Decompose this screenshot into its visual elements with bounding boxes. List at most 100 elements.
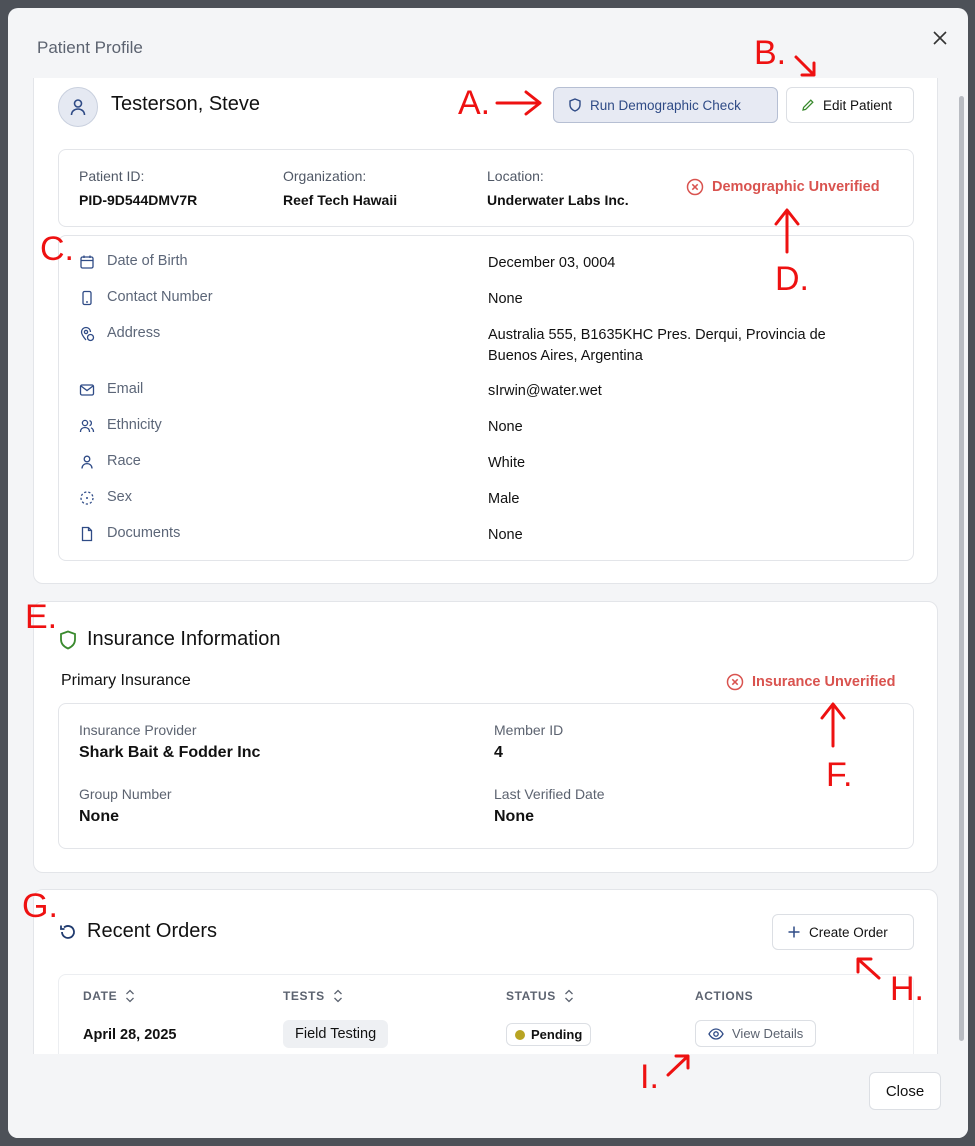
detail-label: Date of Birth	[107, 253, 188, 269]
detail-value: Male	[488, 491, 520, 507]
annotation-i: I.	[640, 1058, 659, 1096]
modal-body[interactable]: Testerson, Steve Run Demographic Check E…	[8, 78, 968, 1054]
annotation-c: C.	[40, 230, 74, 268]
patient-id-value: PID-9D544DMV7R	[79, 192, 198, 208]
member-id-field: Member ID 4	[494, 722, 563, 762]
annotation-e: E.	[25, 598, 58, 636]
detail-value: sIrwin@water.wet	[488, 383, 602, 399]
detail-label: Sex	[107, 489, 132, 505]
organization-label: Organization:	[283, 168, 367, 184]
avatar	[58, 87, 98, 127]
view-details-button[interactable]: View Details	[695, 1020, 817, 1047]
sort-icon	[126, 989, 135, 1003]
create-order-button[interactable]: Create Order	[772, 914, 914, 950]
pencil-icon	[802, 99, 814, 111]
insurance-title: Insurance Information	[87, 628, 281, 650]
column-header-label: DATE	[83, 989, 118, 1003]
x-circle-icon	[686, 178, 704, 196]
modal-title: Patient Profile	[37, 38, 143, 57]
patient-profile-modal: Patient Profile Testerson, Steve Run Dem…	[8, 8, 968, 1138]
detail-value: White	[488, 455, 526, 471]
detail-value: None	[488, 419, 523, 435]
run-demographic-check-button[interactable]: Run Demographic Check	[553, 87, 778, 123]
detail-label: Race	[107, 453, 141, 469]
column-header-actions: ACTIONS	[695, 989, 753, 1003]
insurance-provider-label: Insurance Provider	[79, 722, 197, 738]
last-verified-value: None	[494, 808, 534, 825]
status-badge: Pending	[506, 1023, 592, 1046]
order-status: Pending	[506, 1023, 592, 1046]
orders-card: Recent Orders Create Order DATE TESTS ST…	[33, 889, 938, 1054]
annotation-b: B.	[754, 34, 787, 72]
detail-value: None	[488, 291, 523, 307]
detail-label: Documents	[107, 525, 181, 541]
modal-footer: Close	[8, 1054, 968, 1138]
column-header-label: STATUS	[506, 989, 556, 1003]
member-id-label: Member ID	[494, 722, 564, 738]
run-demographic-check-label: Run Demographic Check	[590, 97, 741, 113]
detail-label: Address	[107, 325, 161, 341]
close-button[interactable]: Close	[869, 1072, 941, 1110]
detail-label: Ethnicity	[107, 417, 162, 433]
users-icon	[79, 419, 95, 433]
shield-icon	[60, 630, 76, 649]
insurance-status-badge: Insurance Unverified	[726, 673, 895, 691]
member-id-value: 4	[494, 744, 503, 761]
orders-table: DATE TESTS STATUS ACTIONS April 28, 2025	[58, 974, 914, 1054]
map-pin-icon	[80, 326, 95, 342]
create-order-label: Create Order	[809, 924, 888, 940]
patient-name: Testerson, Steve	[111, 93, 260, 115]
order-date: April 28, 2025	[83, 1027, 177, 1043]
shield-icon	[569, 98, 581, 112]
history-icon	[60, 924, 75, 939]
edit-patient-label: Edit Patient	[823, 97, 893, 113]
primary-insurance-label: Primary Insurance	[61, 672, 191, 689]
orders-heading: Recent Orders	[59, 920, 217, 943]
insurance-provider-value: Shark Bait & Fodder Inc	[79, 744, 261, 761]
annotation-a: A.	[458, 84, 491, 122]
demographic-status-badge: Demographic Unverified	[686, 178, 880, 196]
demographic-status-text: Demographic Unverified	[712, 179, 880, 195]
detail-value: Australia 555, B1635KHC Pres. Derqui, Pr…	[488, 327, 826, 364]
last-verified-field: Last Verified Date None	[494, 786, 605, 826]
patient-id-label: Patient ID:	[79, 168, 145, 184]
organization-value: Reef Tech Hawaii	[283, 192, 398, 208]
status-text: Pending	[531, 1027, 583, 1042]
dashed-circle-icon	[80, 491, 94, 505]
column-header-label: ACTIONS	[695, 989, 754, 1003]
column-header-tests[interactable]: TESTS	[283, 989, 343, 1003]
group-number-value: None	[79, 808, 119, 825]
edit-patient-button[interactable]: Edit Patient	[786, 87, 914, 123]
column-header-date[interactable]: DATE	[83, 989, 135, 1003]
insurance-provider-field: Insurance Provider Shark Bait & Fodder I…	[79, 722, 260, 762]
annotation-h: H.	[890, 970, 924, 1008]
detail-value: None	[488, 527, 523, 543]
mail-icon	[79, 384, 95, 396]
column-header-status[interactable]: STATUS	[506, 989, 574, 1003]
x-circle-icon	[726, 673, 744, 691]
annotation-g: G.	[22, 887, 58, 925]
user-icon	[81, 455, 93, 469]
eye-icon	[708, 1027, 724, 1040]
patient-id-field: Patient ID: PID-9D544DMV7R	[79, 168, 197, 208]
order-tests: Field Testing	[283, 1020, 389, 1048]
insurance-card: Insurance Information Primary Insurance …	[33, 601, 938, 873]
file-icon	[81, 526, 93, 542]
view-details-label: View Details	[732, 1026, 804, 1041]
close-icon[interactable]	[928, 26, 952, 50]
order-actions: View Details	[695, 1020, 817, 1047]
column-header-label: TESTS	[283, 989, 325, 1003]
detail-label: Email	[107, 381, 144, 397]
calendar-icon	[80, 255, 94, 269]
pending-dot-icon	[515, 1029, 525, 1040]
user-icon	[70, 99, 86, 116]
location-label: Location:	[487, 168, 544, 184]
location-value: Underwater Labs Inc.	[487, 192, 629, 208]
orders-title: Recent Orders	[87, 920, 218, 942]
patient-card: Testerson, Steve Run Demographic Check E…	[33, 78, 938, 584]
plus-icon	[788, 926, 800, 938]
scrollbar[interactable]	[959, 96, 964, 1041]
organization-field: Organization: Reef Tech Hawaii	[283, 168, 397, 208]
group-number-label: Group Number	[79, 786, 172, 802]
detail-value: December 03, 0004	[488, 255, 616, 271]
